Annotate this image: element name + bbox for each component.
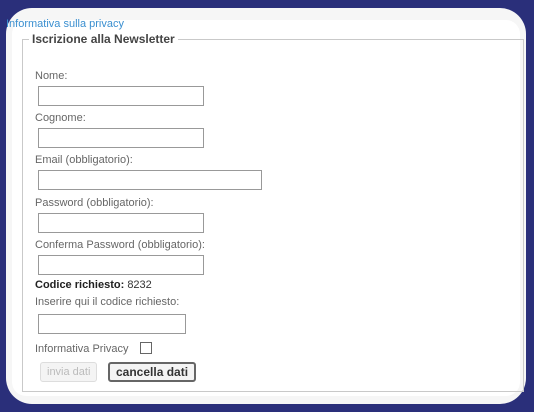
clear-button[interactable]: cancella dati bbox=[108, 362, 197, 382]
code-value: 8232 bbox=[127, 279, 152, 291]
code-label: Codice richiesto: bbox=[35, 279, 125, 291]
code-input-label: Inserire qui il codice richiesto: bbox=[35, 296, 180, 308]
name-label: Nome: bbox=[35, 70, 68, 82]
privacy-checkbox[interactable] bbox=[140, 342, 152, 354]
email-label: Email (obbligatorio): bbox=[35, 154, 133, 166]
email-field[interactable] bbox=[38, 170, 262, 190]
confirm-password-label: Conferma Password (obbligatorio): bbox=[35, 239, 205, 251]
submit-button[interactable]: invia dati bbox=[40, 362, 98, 382]
newsletter-legend: Iscrizione alla Newsletter bbox=[32, 32, 175, 46]
name-field[interactable] bbox=[38, 86, 204, 106]
code-line: Codice richiesto: 8232 bbox=[35, 279, 152, 291]
password-label: Password (obbligatorio): bbox=[35, 197, 154, 209]
surname-field[interactable] bbox=[38, 128, 204, 148]
code-input-field[interactable] bbox=[38, 314, 186, 334]
surname-label: Cognome: bbox=[35, 112, 86, 124]
confirm-password-field[interactable] bbox=[38, 255, 204, 275]
privacy-info-link[interactable]: Informativa sulla privacy bbox=[6, 18, 124, 30]
privacy-checkbox-label: Informativa Privacy bbox=[35, 343, 129, 355]
password-field[interactable] bbox=[38, 213, 204, 233]
